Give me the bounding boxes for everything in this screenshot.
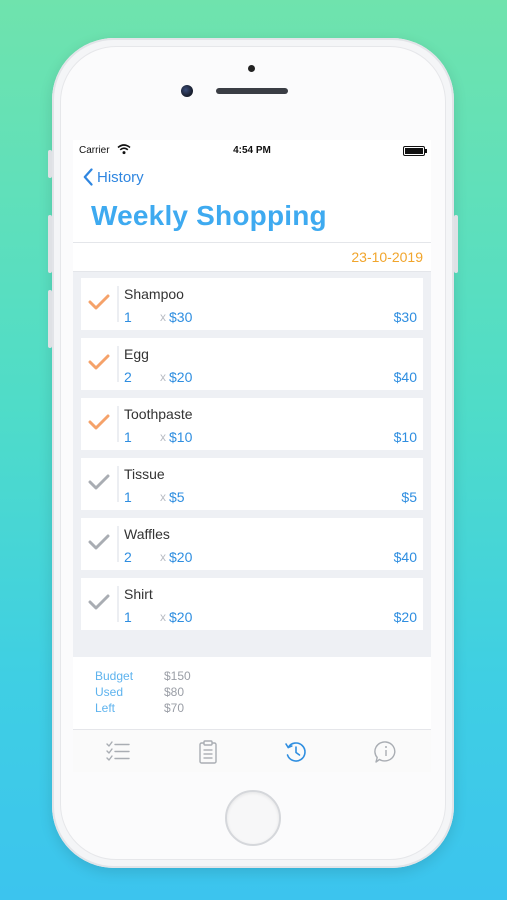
checkmark-icon[interactable] [88,413,110,431]
list-item[interactable]: Shampoo 1 x $30 $30 [81,278,423,330]
multiply-sign: x [160,370,166,384]
item-total: $30 [393,309,417,325]
history-icon[interactable] [283,740,309,764]
left-label: Left [95,701,116,715]
item-quantity: 1 [124,429,132,445]
chevron-left-icon [83,168,93,186]
item-unit-price: $20 [169,609,193,625]
volume-down-button-2 [48,290,52,348]
item-total: $10 [393,429,417,445]
back-label: History [97,168,144,186]
item-divider [117,586,119,622]
multiply-sign: x [160,310,166,324]
multiply-sign: x [160,490,166,504]
tab-bar [73,729,431,772]
checkmark-icon[interactable] [88,593,110,611]
multiply-sign: x [160,430,166,444]
list-item[interactable]: Toothpaste 1 x $10 $10 [81,398,423,450]
app-screen: Carrier 4:54 PM History Weekly Shopping … [73,140,431,772]
item-quantity: 2 [124,549,132,565]
item-unit-price: $10 [169,429,193,445]
budget-label: Budget [95,669,134,683]
item-quantity: 1 [124,309,132,325]
item-unit-price: $30 [169,309,193,325]
clock: 4:54 PM [233,145,271,156]
checkmark-icon[interactable] [88,293,110,311]
item-unit-price: $20 [169,369,193,385]
multiply-sign: x [160,610,166,624]
navigation-bar: History Weekly Shopping [73,162,431,242]
item-divider [117,526,119,562]
item-name: Toothpaste [124,406,193,422]
left-value: $70 [164,701,185,715]
used-label: Used [95,685,124,699]
item-total: $40 [393,549,417,565]
item-unit-price: $5 [169,489,185,505]
list-item[interactable]: Waffles 2 x $20 $40 [81,518,423,570]
item-divider [117,466,119,502]
checkmark-icon[interactable] [88,353,110,371]
used-value: $80 [164,685,185,699]
battery-icon [403,146,427,156]
item-name: Waffles [124,526,170,542]
power-button [454,215,458,273]
item-name: Tissue [124,466,165,482]
shopping-list: Shampoo 1 x $30 $30 Egg 2 x $20 $40 Toot… [81,278,423,638]
item-divider [117,406,119,442]
item-quantity: 1 [124,489,132,505]
item-total: $20 [393,609,417,625]
item-unit-price: $20 [169,549,193,565]
volume-up-button [48,150,52,178]
item-quantity: 2 [124,369,132,385]
item-divider [117,286,119,322]
page-title: Weekly Shopping [91,200,327,231]
checklist-icon[interactable] [105,740,131,764]
checkmark-icon[interactable] [88,533,110,551]
item-total: $40 [393,369,417,385]
clipboard-icon[interactable] [195,740,221,764]
front-camera [181,85,193,97]
back-button[interactable]: History [83,168,144,186]
list-item[interactable]: Shirt 1 x $20 $20 [81,578,423,630]
multiply-sign: x [160,550,166,564]
item-name: Shirt [124,586,153,602]
list-date: 23-10-2019 [351,249,423,265]
item-total: $5 [401,489,417,505]
home-button[interactable] [225,790,281,846]
list-item[interactable]: Tissue 1 x $5 $5 [81,458,423,510]
date-bar: 23-10-2019 [73,242,431,272]
status-bar: Carrier 4:54 PM [73,140,431,162]
budget-value: $150 [164,669,191,683]
item-name: Shampoo [124,286,184,302]
item-name: Egg [124,346,149,362]
budget-summary: Budget $150 Used $80 Left $70 [73,657,431,729]
volume-down-button [48,215,52,273]
info-bubble-icon[interactable] [373,740,399,764]
item-divider [117,346,119,382]
checkmark-icon[interactable] [88,473,110,491]
earpiece-speaker [216,88,288,94]
item-quantity: 1 [124,609,132,625]
list-item[interactable]: Egg 2 x $20 $40 [81,338,423,390]
proximity-sensor [248,65,255,72]
